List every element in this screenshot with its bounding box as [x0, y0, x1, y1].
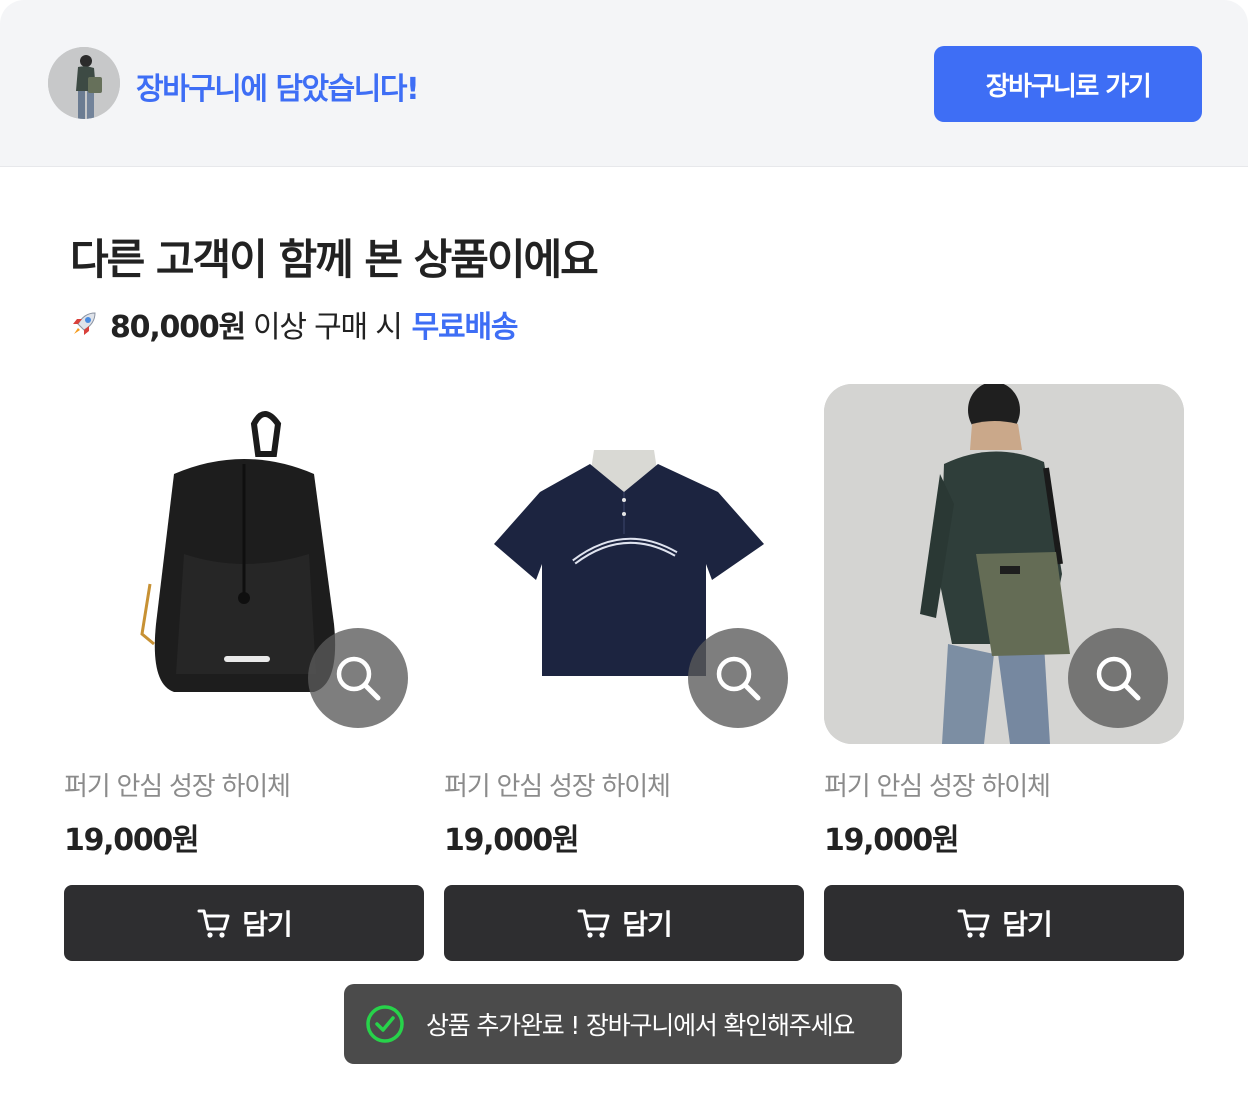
- magnifier-icon: [1096, 656, 1141, 701]
- free-shipping-label: 무료배송: [411, 310, 519, 345]
- product-price: 19,000원: [64, 823, 200, 858]
- zoom-button[interactable]: [688, 628, 788, 728]
- add-to-cart-label: 담기: [622, 908, 673, 941]
- free-shipping-notice: 80,000원 이상 구매 시 무료배송: [68, 302, 519, 346]
- product-card: 퍼기 안심 성장 하이체 19,000원 담기: [64, 384, 424, 961]
- added-to-cart-message: 장바구니에 담았습니다!: [136, 72, 420, 107]
- product-image-polo-shirt[interactable]: [444, 384, 804, 744]
- product-price: 19,000원: [444, 823, 580, 858]
- toast-message: 상품 추가완료 ! 장바구니에서 확인해주세요: [426, 1011, 855, 1040]
- magnifier-icon: [336, 656, 381, 701]
- add-to-cart-label: 담기: [1002, 908, 1053, 941]
- cart-added-toast: 상품 추가완료 ! 장바구니에서 확인해주세요: [344, 984, 902, 1064]
- cart-added-header: 장바구니에 담았습니다! 장바구니로 가기: [0, 0, 1248, 167]
- cart-added-sheet: 장바구니에 담았습니다! 장바구니로 가기 다른 고객이 함께 본 상품이에요 …: [0, 0, 1248, 1104]
- add-to-cart-button[interactable]: 담기: [64, 885, 424, 961]
- product-name[interactable]: 퍼기 안심 성장 하이체: [824, 766, 1184, 803]
- add-to-cart-label: 담기: [242, 908, 293, 941]
- rocket-icon: [73, 312, 96, 335]
- product-image-backpack[interactable]: [64, 384, 424, 744]
- product-image-man-with-bag[interactable]: [824, 384, 1184, 744]
- product-card: 퍼기 안심 성장 하이체 19,000원 담기: [824, 384, 1184, 961]
- added-product-thumbnail: [48, 47, 120, 119]
- product-card: 퍼기 안심 성장 하이체 19,000원 담기: [444, 384, 804, 961]
- cart-icon: [197, 909, 230, 938]
- magnifier-icon: [716, 656, 761, 701]
- check-circle-icon: [366, 1005, 404, 1043]
- product-name[interactable]: 퍼기 안심 성장 하이체: [64, 766, 424, 803]
- zoom-button[interactable]: [1068, 628, 1168, 728]
- product-price: 19,000원: [824, 823, 960, 858]
- zoom-button[interactable]: [308, 628, 408, 728]
- cart-icon: [577, 909, 610, 938]
- cart-icon: [957, 909, 990, 938]
- go-to-cart-button[interactable]: 장바구니로 가기: [934, 46, 1202, 122]
- add-to-cart-button[interactable]: 담기: [444, 885, 804, 961]
- product-name[interactable]: 퍼기 안심 성장 하이체: [444, 766, 804, 803]
- add-to-cart-button[interactable]: 담기: [824, 885, 1184, 961]
- free-shipping-amount: 80,000원: [110, 310, 246, 345]
- free-shipping-condition: 이상 구매 시: [252, 310, 403, 345]
- recommendation-title: 다른 고객이 함께 본 상품이에요: [70, 235, 599, 284]
